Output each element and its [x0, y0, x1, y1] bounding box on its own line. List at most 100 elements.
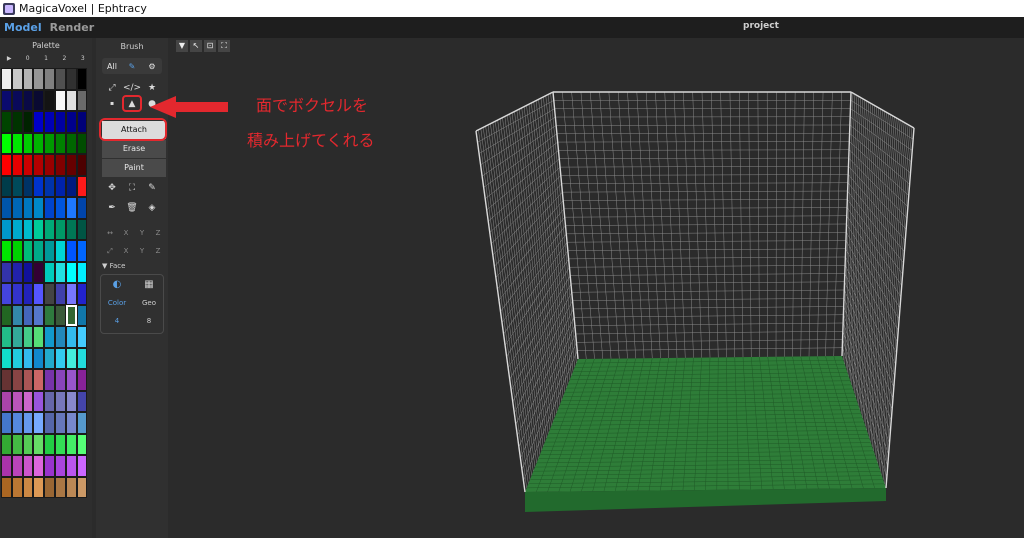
palette-swatch[interactable]	[33, 68, 45, 90]
palette-swatch[interactable]	[22, 476, 34, 498]
palette-swatch[interactable]	[11, 369, 23, 391]
palette-swatch[interactable]	[22, 283, 34, 305]
palette-swatch[interactable]	[44, 240, 55, 262]
pencil-icon[interactable]: ✎	[122, 62, 142, 71]
palette-swatch[interactable]	[22, 218, 34, 240]
cursor-icon[interactable]: ↖	[190, 40, 202, 52]
palette-swatch[interactable]	[54, 240, 66, 262]
palette-swatch[interactable]	[1, 68, 12, 90]
palette-swatch[interactable]	[22, 197, 34, 219]
palette-swatch[interactable]	[33, 476, 45, 498]
palette-swatch[interactable]	[76, 476, 88, 498]
tab-render[interactable]: Render	[46, 21, 99, 34]
palette-swatch[interactable]	[76, 283, 88, 305]
palette-swatch[interactable]	[22, 68, 34, 90]
palette-swatch[interactable]	[1, 132, 12, 154]
palette-swatch[interactable]	[54, 132, 66, 154]
palette-index-2[interactable]: 2	[55, 54, 73, 64]
palette-swatch[interactable]	[44, 304, 55, 326]
palette-swatch[interactable]	[76, 197, 88, 219]
palette-index-arrow[interactable]: ▶	[0, 54, 18, 64]
paint-button[interactable]: Paint	[102, 159, 166, 177]
palette-swatch[interactable]	[22, 433, 34, 455]
select-icon[interactable]: ⛶	[122, 180, 142, 196]
palette-swatch[interactable]	[54, 175, 66, 197]
palette-swatch[interactable]	[1, 218, 12, 240]
palette-swatch[interactable]	[54, 261, 66, 283]
palette-swatch[interactable]	[65, 326, 77, 348]
axis-x-toggle[interactable]: X	[118, 247, 134, 255]
palette-swatch[interactable]	[22, 455, 34, 477]
palette-swatch[interactable]	[44, 390, 55, 412]
palette-swatch[interactable]	[76, 304, 88, 326]
palette-swatch[interactable]	[54, 390, 66, 412]
palette-swatch[interactable]	[33, 433, 45, 455]
palette-swatch[interactable]	[65, 433, 77, 455]
palette-swatch[interactable]	[44, 111, 55, 133]
palette-index-3[interactable]: 3	[74, 54, 92, 64]
mirror-y-toggle[interactable]: Y	[134, 229, 150, 237]
palette-swatch[interactable]	[11, 175, 23, 197]
palette-swatch[interactable]	[76, 455, 88, 477]
palette-swatch[interactable]	[1, 175, 12, 197]
grid-icon[interactable]: ▦	[133, 279, 165, 290]
palette-swatch[interactable]	[54, 369, 66, 391]
palette-swatch[interactable]	[44, 433, 55, 455]
palette-swatch[interactable]	[1, 89, 12, 111]
palette-swatch[interactable]	[76, 390, 88, 412]
palette-swatch[interactable]	[33, 455, 45, 477]
palette-swatch[interactable]	[54, 154, 66, 176]
palette-swatch[interactable]	[1, 304, 12, 326]
palette-swatch[interactable]	[76, 240, 88, 262]
palette-swatch[interactable]	[76, 326, 88, 348]
palette-swatch[interactable]	[76, 218, 88, 240]
palette-swatch[interactable]	[54, 68, 66, 90]
palette-swatch[interactable]	[54, 433, 66, 455]
palette-swatch[interactable]	[1, 433, 12, 455]
pattern-tool-icon[interactable]: </>	[122, 80, 142, 96]
palette-swatch[interactable]	[54, 455, 66, 477]
palette-swatch[interactable]	[33, 390, 45, 412]
palette-swatch[interactable]	[22, 240, 34, 262]
axis-y-toggle[interactable]: Y	[134, 247, 150, 255]
palette-swatch[interactable]	[76, 154, 88, 176]
palette-swatch[interactable]	[33, 197, 45, 219]
mode-all-button[interactable]: All	[102, 62, 122, 71]
palette-swatch[interactable]	[33, 132, 45, 154]
palette-swatch[interactable]	[11, 89, 23, 111]
palette-swatch[interactable]	[54, 197, 66, 219]
palette-swatch[interactable]	[1, 326, 12, 348]
palette-swatch[interactable]	[65, 455, 77, 477]
palette-swatch[interactable]	[44, 261, 55, 283]
palette-swatch[interactable]	[76, 111, 88, 133]
palette-swatch[interactable]	[22, 326, 34, 348]
palette-swatch[interactable]	[33, 347, 45, 369]
palette-swatch[interactable]	[11, 455, 23, 477]
palette-swatch[interactable]	[54, 304, 66, 326]
palette-swatch[interactable]	[65, 240, 77, 262]
palette-swatch[interactable]	[65, 390, 77, 412]
palette-swatch[interactable]	[22, 347, 34, 369]
palette-swatch[interactable]	[11, 433, 23, 455]
magic-wand-icon[interactable]: ✎	[142, 180, 162, 196]
palette-swatch[interactable]	[54, 218, 66, 240]
palette-swatch[interactable]	[22, 111, 34, 133]
palette-swatch[interactable]	[44, 154, 55, 176]
palette-swatch[interactable]	[54, 412, 66, 434]
palette-swatch[interactable]	[1, 390, 12, 412]
move-icon[interactable]: ✥	[102, 180, 122, 196]
palette-swatch[interactable]	[65, 68, 77, 90]
palette-swatch[interactable]	[1, 261, 12, 283]
palette-swatch[interactable]	[11, 218, 23, 240]
palette-index-1[interactable]: 1	[37, 54, 55, 64]
eyedropper-icon[interactable]: ✒	[102, 200, 122, 216]
palette-swatch[interactable]	[65, 132, 77, 154]
palette-swatch[interactable]	[65, 218, 77, 240]
voxel-tool-icon[interactable]: ▪	[102, 96, 122, 112]
palette-swatch[interactable]	[11, 412, 23, 434]
palette-swatch[interactable]	[44, 347, 55, 369]
palette-swatch[interactable]	[11, 304, 23, 326]
palette-swatch[interactable]	[54, 326, 66, 348]
palette-swatch[interactable]	[11, 68, 23, 90]
palette-swatch[interactable]	[65, 261, 77, 283]
